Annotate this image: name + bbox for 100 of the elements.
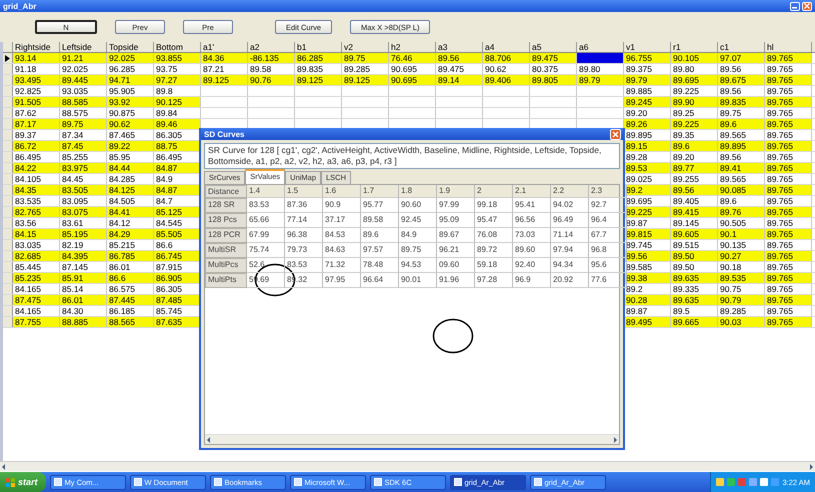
table-cell: 89.765 <box>765 130 812 140</box>
table-cell[interactable]: 89.14 <box>436 75 483 85</box>
column-header[interactable]: 2.1 <box>513 185 551 198</box>
column-header[interactable]: 1.6 <box>323 185 361 198</box>
table-cell: 94.34 <box>551 258 589 273</box>
table-cell: 89.765 <box>765 196 812 206</box>
table-cell: 87.445 <box>107 295 154 305</box>
horizontal-scrollbar[interactable] <box>0 461 815 471</box>
circle-mark <box>432 318 474 354</box>
table-cell[interactable]: 90.76 <box>248 75 295 85</box>
table-cell[interactable]: 89.125 <box>201 75 248 85</box>
table-cell: 89.225 <box>671 119 718 129</box>
table-cell[interactable]: 89.406 <box>483 75 530 85</box>
table-cell: 09.60 <box>437 258 475 273</box>
table-cell: 73.03 <box>513 228 551 243</box>
minimize-button[interactable] <box>790 2 800 10</box>
column-header[interactable]: b1 <box>295 42 342 52</box>
table-cell[interactable]: -86.135 <box>248 53 295 63</box>
table-cell[interactable]: 90.62 <box>483 64 530 74</box>
row-header[interactable] <box>3 53 13 63</box>
table-cell: 20.92 <box>551 273 589 288</box>
table-cell[interactable]: 89.125 <box>295 75 342 85</box>
column-header[interactable]: v2 <box>342 42 389 52</box>
column-header[interactable]: hl <box>765 42 812 52</box>
table-cell: 87.36 <box>285 198 323 213</box>
column-header[interactable]: 2.3 <box>589 185 627 198</box>
row-header[interactable]: 128 SR <box>205 198 247 213</box>
table-cell: 59.18 <box>475 258 513 273</box>
table-cell: 84.12 <box>107 218 154 228</box>
column-header[interactable]: a2 <box>248 42 295 52</box>
column-header[interactable]: Bottom <box>154 42 201 52</box>
table-cell: 89.675 <box>718 75 765 85</box>
table-cell: 89.885 <box>624 86 671 96</box>
table-cell: 89.335 <box>671 284 718 294</box>
table-cell: 84.165 <box>13 284 60 294</box>
table-cell: 89.635 <box>671 273 718 283</box>
close-button[interactable] <box>802 2 812 10</box>
horizontal-scrollbar[interactable] <box>205 434 619 444</box>
row-header[interactable]: MultiPts <box>205 273 247 288</box>
row-header[interactable]: 128 Pcs <box>205 213 247 228</box>
table-cell: 83.505 <box>60 185 107 195</box>
table-cell: 71.14 <box>551 228 589 243</box>
table-cell[interactable]: 89.285 <box>342 64 389 74</box>
table-cell[interactable]: 76.46 <box>389 53 436 63</box>
table-cell[interactable]: 89.80 <box>577 64 624 74</box>
table-cell[interactable]: 80.375 <box>530 64 577 74</box>
row-header[interactable]: 128 PCR <box>205 228 247 243</box>
scroll-right-icon[interactable] <box>611 436 619 444</box>
table-cell[interactable]: 89.56 <box>436 53 483 63</box>
table-cell[interactable]: 89.475 <box>436 64 483 74</box>
table-cell: 77.6 <box>589 273 627 288</box>
table-cell: 89.37 <box>13 130 60 140</box>
close-button[interactable] <box>610 128 621 140</box>
column-header[interactable]: 2.2 <box>551 185 589 198</box>
scroll-left-icon[interactable] <box>205 436 213 444</box>
column-header[interactable]: 1.9 <box>437 185 475 198</box>
window-icon <box>374 478 382 486</box>
table-cell[interactable]: 90.695 <box>389 64 436 74</box>
table-cell: 89.535 <box>718 273 765 283</box>
table-cell: 78.48 <box>361 258 399 273</box>
column-header[interactable]: 1.4 <box>247 185 285 198</box>
table-cell: 89.695 <box>671 75 718 85</box>
column-header[interactable]: v1 <box>624 42 671 52</box>
column-header[interactable]: Leftside <box>60 42 107 52</box>
table-cell: 89.58 <box>361 213 399 228</box>
column-header[interactable]: a6 <box>577 42 624 52</box>
table-cell[interactable]: 89.125 <box>342 75 389 85</box>
table-cell[interactable]: 84.36 <box>201 53 248 63</box>
row-header[interactable]: MultiSR <box>205 243 247 258</box>
table-cell: 82.765 <box>13 207 60 217</box>
table-cell: 91.96 <box>437 273 475 288</box>
column-header[interactable]: 2 <box>475 185 513 198</box>
column-header[interactable]: 1.7 <box>361 185 399 198</box>
table-cell[interactable]: 89.835 <box>295 64 342 74</box>
column-header[interactable]: a1' <box>201 42 248 52</box>
table-cell[interactable]: 87.21 <box>201 64 248 74</box>
table-cell: 92.45 <box>399 213 437 228</box>
table-cell: 84.15 <box>13 229 60 239</box>
column-header[interactable]: a5 <box>530 42 577 52</box>
row-header[interactable]: MultiPcs <box>205 258 247 273</box>
column-header[interactable]: 1.8 <box>399 185 437 198</box>
column-header[interactable]: Topside <box>107 42 154 52</box>
table-cell: 89.56 <box>718 64 765 74</box>
table-cell[interactable]: 86.285 <box>295 53 342 63</box>
table-cell: 96.49 <box>551 213 589 228</box>
table-cell[interactable]: 89.805 <box>530 75 577 85</box>
column-header[interactable]: 1.5 <box>285 185 323 198</box>
table-cell[interactable]: 90.695 <box>389 75 436 85</box>
table-cell[interactable] <box>577 53 624 63</box>
column-header[interactable]: h2 <box>389 42 436 52</box>
column-header[interactable]: a3 <box>436 42 483 52</box>
table-cell: 85.95 <box>107 152 154 162</box>
table-cell[interactable]: 88.706 <box>483 53 530 63</box>
table-cell: 89.765 <box>765 185 812 195</box>
column-header[interactable]: Rightside <box>13 42 60 52</box>
column-header[interactable]: a4 <box>483 42 530 52</box>
column-header[interactable]: c1 <box>718 42 765 52</box>
table-cell[interactable]: 89.75 <box>342 53 389 63</box>
table-cell[interactable]: 89.58 <box>248 64 295 74</box>
column-header[interactable]: r1 <box>671 42 718 52</box>
